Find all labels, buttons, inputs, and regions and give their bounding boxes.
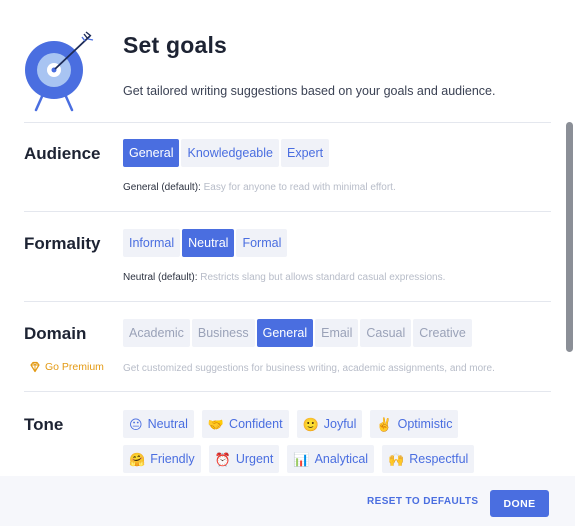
- tone-option-label: Confident: [229, 417, 283, 431]
- tone-option-urgent[interactable]: ⏰ Urgent: [208, 445, 280, 473]
- page-subtitle: Get tailored writing suggestions based o…: [123, 84, 496, 98]
- domain-description: Get customized suggestions for business …: [123, 363, 495, 374]
- formality-option-informal[interactable]: Informal: [123, 229, 181, 257]
- audience-options: General Knowledgeable Expert: [123, 139, 330, 167]
- divider: [24, 211, 551, 212]
- handshake-icon: 🤝: [207, 416, 225, 432]
- domain-options: Academic Business General Email Casual C…: [123, 319, 472, 347]
- formality-desc-lead: Neutral (default):: [123, 272, 198, 283]
- target-icon: [25, 31, 94, 112]
- formality-option-neutral[interactable]: Neutral: [182, 229, 235, 257]
- go-premium-link[interactable]: Go Premium: [29, 361, 104, 373]
- hugging-face-icon: 🤗: [129, 451, 146, 467]
- tone-option-analytical[interactable]: 📊 Analytical: [287, 445, 375, 473]
- tone-option-optimistic[interactable]: ✌️ Optimistic: [370, 410, 459, 438]
- tone-option-confident[interactable]: 🤝 Confident: [201, 410, 289, 438]
- domain-option-email[interactable]: Email: [315, 319, 359, 347]
- tone-option-label: Respectful: [409, 452, 469, 466]
- formality-options: Informal Neutral Formal: [123, 229, 288, 257]
- domain-option-creative[interactable]: Creative: [413, 319, 472, 347]
- divider: [24, 301, 551, 302]
- divider: [24, 391, 551, 392]
- formality-option-formal[interactable]: Formal: [236, 229, 288, 257]
- reset-to-defaults-button[interactable]: RESET TO DEFAULTS: [367, 496, 478, 507]
- tone-option-label: Urgent: [235, 452, 274, 466]
- tone-option-joyful[interactable]: 🙂 Joyful: [296, 410, 363, 438]
- set-goals-dialog: Set goals Get tailored writing suggestio…: [0, 0, 575, 526]
- tone-option-label: Neutral: [147, 417, 188, 431]
- raised-hands-icon: 🙌: [388, 451, 405, 467]
- audience-label: Audience: [24, 144, 101, 163]
- go-premium-label: Go Premium: [45, 361, 104, 373]
- audience-option-general[interactable]: General: [123, 139, 180, 167]
- audience-option-knowledgeable[interactable]: Knowledgeable: [181, 139, 279, 167]
- diamond-icon: [30, 361, 40, 373]
- domain-option-casual[interactable]: Casual: [360, 319, 412, 347]
- domain-option-general[interactable]: General: [256, 319, 314, 347]
- divider: [24, 122, 551, 123]
- audience-option-expert[interactable]: Expert: [280, 139, 330, 167]
- page-title: Set goals: [123, 32, 228, 58]
- domain-option-business[interactable]: Business: [191, 319, 255, 347]
- tone-option-neutral[interactable]: 😐 Neutral: [123, 410, 194, 438]
- tone-options: 😐 Neutral 🤝 Confident 🙂 Joyful ✌️ Optimi…: [123, 410, 523, 480]
- tone-option-friendly[interactable]: 🤗 Friendly: [123, 445, 201, 473]
- formality-label: Formality: [24, 234, 101, 253]
- dialog-header: Set goals Get tailored writing suggestio…: [24, 30, 524, 120]
- tone-option-label: Joyful: [323, 417, 357, 431]
- domain-option-academic[interactable]: Academic: [123, 319, 190, 347]
- done-button[interactable]: DONE: [490, 490, 549, 517]
- smiling-face-icon: 🙂: [302, 416, 319, 432]
- bar-chart-icon: 📊: [293, 451, 310, 467]
- tone-option-label: Optimistic: [397, 417, 453, 431]
- tone-label: Tone: [24, 415, 64, 434]
- tone-row: 😐 Neutral 🤝 Confident 🙂 Joyful ✌️ Optimi…: [123, 410, 523, 438]
- tone-row: 🤗 Friendly ⏰ Urgent 📊 Analytical 🙌 Respe…: [123, 445, 523, 473]
- alarm-clock-icon: ⏰: [214, 451, 231, 467]
- domain-label: Domain: [24, 324, 87, 343]
- dialog-footer: RESET TO DEFAULTS DONE: [0, 476, 575, 526]
- audience-description: General (default): Easy for anyone to re…: [123, 182, 396, 193]
- tone-option-label: Analytical: [314, 452, 369, 466]
- scrollbar[interactable]: [566, 122, 573, 352]
- tone-option-label: Friendly: [150, 452, 195, 466]
- formality-desc-text: Restricts slang but allows standard casu…: [200, 272, 446, 283]
- neutral-face-icon: 😐: [129, 416, 143, 432]
- tone-option-respectful[interactable]: 🙌 Respectful: [382, 445, 475, 473]
- victory-hand-icon: ✌️: [376, 416, 393, 432]
- audience-desc-text: Easy for anyone to read with minimal eff…: [203, 182, 396, 193]
- audience-desc-lead: General (default):: [123, 182, 201, 193]
- formality-description: Neutral (default): Restricts slang but a…: [123, 272, 445, 283]
